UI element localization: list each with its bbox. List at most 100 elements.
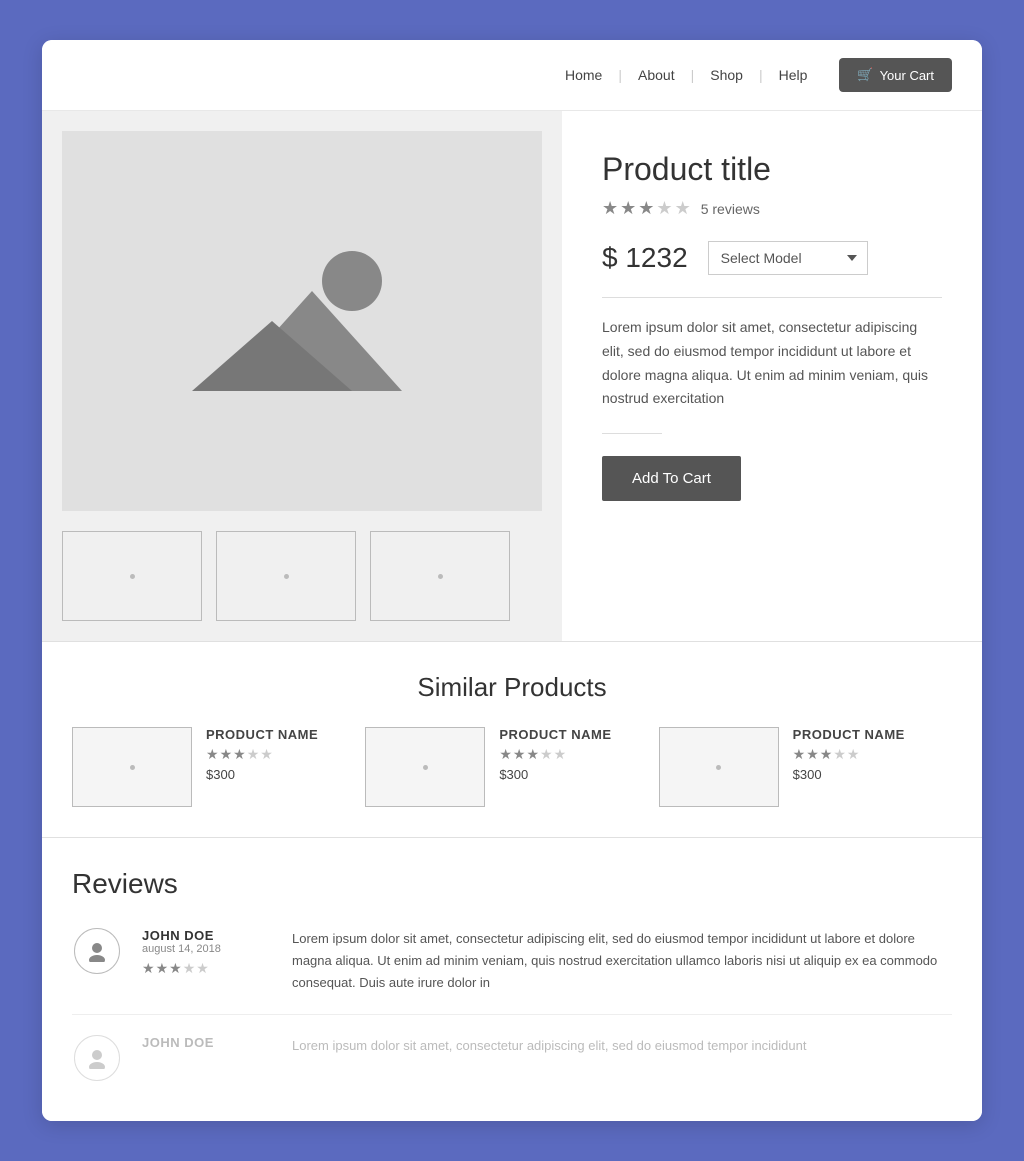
nav-home[interactable]: Home [549,67,618,83]
reviews-section: Reviews JOHN DOE august 14, 2018 ★ ★ ★ [42,837,982,1121]
ss2-3: ★ [526,746,539,763]
product-section: Product title ★ ★ ★ ★ ★ 5 reviews $ 1232… [42,111,982,641]
review-text-2: Lorem ipsum dolor sit amet, consectetur … [292,1035,952,1081]
person-icon [86,940,108,962]
similar-stars-1: ★ ★ ★ ★ ★ [206,746,318,763]
thumbnail-dot-3 [438,574,443,579]
cart-label: Your Cart [880,68,934,83]
review-item-2: JOHN DOE Lorem ipsum dolor sit amet, con… [72,1035,952,1091]
star-4: ★ [656,198,672,219]
model-select[interactable]: Select Model Model A Model B [708,241,868,275]
navbar: Home | About | Shop | Help 🛒 Your Cart [42,40,982,111]
similar-price-1: $300 [206,767,318,782]
reviewer-date-1: august 14, 2018 [142,943,272,955]
reviewer-info-2: JOHN DOE [142,1035,272,1081]
ss1-5: ★ [260,746,273,763]
similar-price-3: $300 [793,767,905,782]
similar-item-1[interactable]: PRODUCT NAME ★ ★ ★ ★ ★ $300 [72,727,365,807]
product-divider [602,297,942,298]
rs1-5: ★ [196,960,209,977]
review-item-1: JOHN DOE august 14, 2018 ★ ★ ★ ★ ★ Lorem… [72,928,952,1015]
ss2-5: ★ [554,746,567,763]
ss3-2: ★ [806,746,819,763]
cart-icon: 🛒 [857,67,873,83]
similar-thumb-3 [659,727,779,807]
cart-button[interactable]: 🛒 Your Cart [839,58,952,92]
similar-info-1: PRODUCT NAME ★ ★ ★ ★ ★ $300 [206,727,318,782]
similar-item-2[interactable]: PRODUCT NAME ★ ★ ★ ★ ★ $300 [365,727,658,807]
star-1: ★ [602,198,618,219]
star-5: ★ [675,198,691,219]
thumbnail-dot-2 [284,574,289,579]
review-count: 5 reviews [701,201,760,217]
similar-name-3: PRODUCT NAME [793,727,905,742]
rs1-1: ★ [142,960,155,977]
ss2-4: ★ [540,746,553,763]
reviewer-avatar-2 [74,1035,120,1081]
ss3-3: ★ [820,746,833,763]
similar-dot-3 [716,765,721,770]
product-image-svg [192,231,412,411]
similar-name-1: PRODUCT NAME [206,727,318,742]
product-price: $ 1232 [602,242,688,274]
similar-name-2: PRODUCT NAME [499,727,611,742]
price-row: $ 1232 Select Model Model A Model B [602,241,942,275]
nav-shop[interactable]: Shop [694,67,759,83]
thumbnail-dot-1 [130,574,135,579]
short-divider [602,433,662,434]
thumbnail-2[interactable] [216,531,356,621]
ss1-1: ★ [206,746,219,763]
similar-dot-2 [423,765,428,770]
ss3-1: ★ [793,746,806,763]
thumbnail-1[interactable] [62,531,202,621]
ss1-2: ★ [220,746,233,763]
page-wrapper: Home | About | Shop | Help 🛒 Your Cart [42,40,982,1121]
rating-row: ★ ★ ★ ★ ★ 5 reviews [602,198,942,219]
reviewer-info-1: JOHN DOE august 14, 2018 ★ ★ ★ ★ ★ [142,928,272,994]
similar-dot-1 [130,765,135,770]
similar-thumb-1 [72,727,192,807]
nav-help[interactable]: Help [763,67,824,83]
ss2-2: ★ [513,746,526,763]
ss1-3: ★ [233,746,246,763]
ss2-1: ★ [499,746,512,763]
similar-stars-2: ★ ★ ★ ★ ★ [499,746,611,763]
similar-info-3: PRODUCT NAME ★ ★ ★ ★ ★ $300 [793,727,905,782]
similar-title: Similar Products [72,672,952,703]
similar-grid: PRODUCT NAME ★ ★ ★ ★ ★ $300 PR [72,727,952,807]
product-details-col: Product title ★ ★ ★ ★ ★ 5 reviews $ 1232… [562,111,982,641]
ss1-4: ★ [247,746,260,763]
product-description: Lorem ipsum dolor sit amet, consectetur … [602,316,942,411]
reviewer-name-1: JOHN DOE [142,928,272,943]
reviewer-name-2: JOHN DOE [142,1035,272,1050]
person-icon-2 [86,1047,108,1069]
product-title: Product title [602,151,942,188]
rs1-2: ★ [156,960,169,977]
reviews-title: Reviews [72,868,952,900]
star-2: ★ [620,198,636,219]
review-text-1: Lorem ipsum dolor sit amet, consectetur … [292,928,952,994]
product-stars: ★ ★ ★ ★ ★ [602,198,691,219]
ss3-5: ★ [847,746,860,763]
thumbnail-3[interactable] [370,531,510,621]
similar-section: Similar Products PRODUCT NAME ★ ★ ★ ★ ★ … [42,641,982,837]
reviewer-avatar-col [72,928,122,994]
similar-info-2: PRODUCT NAME ★ ★ ★ ★ ★ $300 [499,727,611,782]
rs1-4: ★ [183,960,196,977]
reviewer-avatar-1 [74,928,120,974]
similar-item-3[interactable]: PRODUCT NAME ★ ★ ★ ★ ★ $300 [659,727,952,807]
rs1-3: ★ [169,960,182,977]
ss3-4: ★ [833,746,846,763]
product-image-col [42,111,562,641]
star-3: ★ [638,198,654,219]
main-product-image [62,131,542,511]
nav-about[interactable]: About [622,67,691,83]
review-stars-1: ★ ★ ★ ★ ★ [142,960,272,977]
reviewer-avatar-col-2 [72,1035,122,1081]
similar-thumb-2 [365,727,485,807]
similar-price-2: $300 [499,767,611,782]
similar-stars-3: ★ ★ ★ ★ ★ [793,746,905,763]
thumbnail-row [62,531,542,621]
nav-links: Home | About | Shop | Help 🛒 Your Cart [549,58,952,92]
add-to-cart-button[interactable]: Add To Cart [602,456,741,501]
